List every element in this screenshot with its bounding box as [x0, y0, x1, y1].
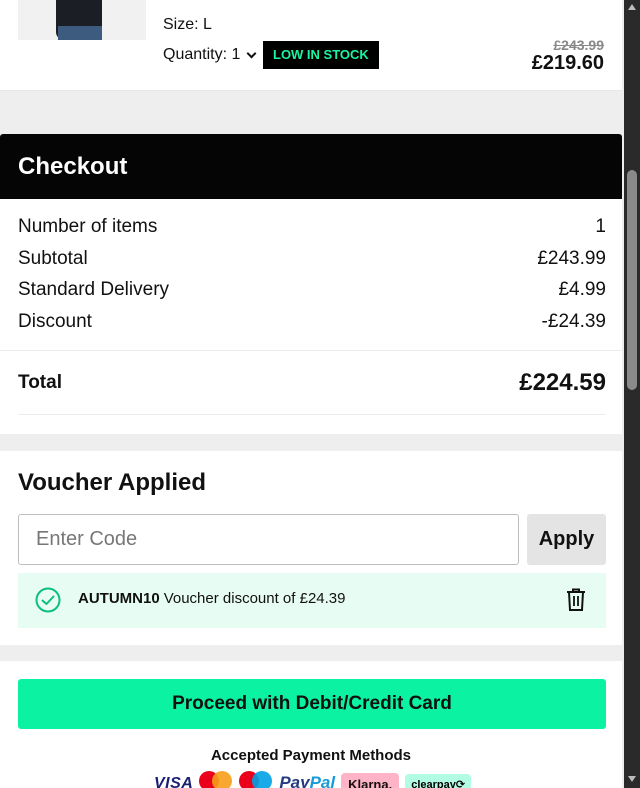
visa-logo: VISA: [154, 775, 194, 788]
voucher-section: Voucher Applied Apply AUTUMN10Voucher di…: [0, 451, 622, 645]
voucher-title: Voucher Applied: [18, 469, 207, 496]
scrollbar[interactable]: [624, 0, 640, 788]
quantity-label: Quantity: 1: [163, 46, 241, 63]
product-image[interactable]: [18, 0, 146, 40]
summary-value: -£24.39: [541, 311, 606, 332]
scroll-thumb[interactable]: [627, 170, 637, 390]
applied-voucher: AUTUMN10 Voucher discount of £24.39: [18, 573, 606, 628]
payment-methods-title: Accepted Payment Methods: [210, 747, 412, 764]
klarna-logo: Klarna.: [341, 773, 400, 788]
paypal-logo: PayPal: [279, 773, 336, 788]
product-size: Size: L: [163, 16, 212, 33]
scroll-up-arrow-icon[interactable]: [628, 4, 636, 10]
summary-row-total: Total £224.59: [18, 369, 606, 397]
summary-value: £243.99: [537, 248, 606, 269]
divider: [0, 350, 622, 351]
cart-item-card: Size: L Quantity: 1 LOW IN STOCK £243.99…: [0, 0, 622, 91]
total-value: £224.59: [519, 369, 606, 396]
scroll-down-arrow-icon[interactable]: [628, 776, 636, 782]
summary-value: £4.99: [558, 279, 606, 300]
summary-label: Number of items: [18, 216, 158, 237]
apply-button[interactable]: Apply: [527, 514, 606, 565]
proceed-card-button[interactable]: Proceed with Debit/Credit Card: [18, 679, 606, 729]
checkout-header: Checkout: [0, 134, 622, 199]
summary-label: Standard Delivery: [18, 279, 170, 300]
checkout-summary: Number of items 1 Subtotal £243.99 Stand…: [0, 199, 622, 434]
page: Size: L Quantity: 1 LOW IN STOCK £243.99…: [0, 0, 624, 788]
total-label: Total: [18, 372, 62, 393]
clearpay-logo: clearpay⟳: [405, 774, 472, 788]
divider: [18, 414, 606, 415]
check-circle-icon: [35, 587, 61, 613]
payment-section: Proceed with Debit/Credit Card Accepted …: [0, 661, 622, 788]
summary-label: Discount: [18, 311, 92, 332]
summary-row-delivery: Standard Delivery £4.99: [18, 279, 606, 301]
voucher-code: AUTUMN10: [78, 590, 160, 607]
summary-value: 1: [595, 216, 606, 237]
voucher-code-input[interactable]: [18, 514, 519, 565]
summary-row-items: Number of items 1: [18, 216, 606, 238]
summary-row-discount: Discount -£24.39: [18, 311, 606, 333]
original-price: £243.99: [553, 37, 604, 53]
product-figure-legs: [58, 26, 102, 40]
summary-row-subtotal: Subtotal £243.99: [18, 248, 606, 270]
trash-icon[interactable]: [565, 587, 587, 612]
sale-price: £219.60: [531, 52, 604, 74]
stock-badge: LOW IN STOCK: [263, 41, 379, 69]
summary-label: Subtotal: [18, 248, 88, 269]
voucher-description: Voucher discount of £24.39: [163, 590, 346, 607]
quantity-selector[interactable]: Quantity: 1: [163, 46, 257, 64]
checkout-title: Checkout: [18, 153, 128, 180]
maestro-logo: [239, 771, 273, 788]
payment-logos: VISA PayPal Klarna. clearpay⟳: [154, 771, 472, 788]
mastercard-logo: [199, 771, 233, 788]
applied-voucher-text: AUTUMN10 Voucher discount of £24.39: [78, 590, 346, 607]
chevron-down-icon: [246, 48, 257, 58]
